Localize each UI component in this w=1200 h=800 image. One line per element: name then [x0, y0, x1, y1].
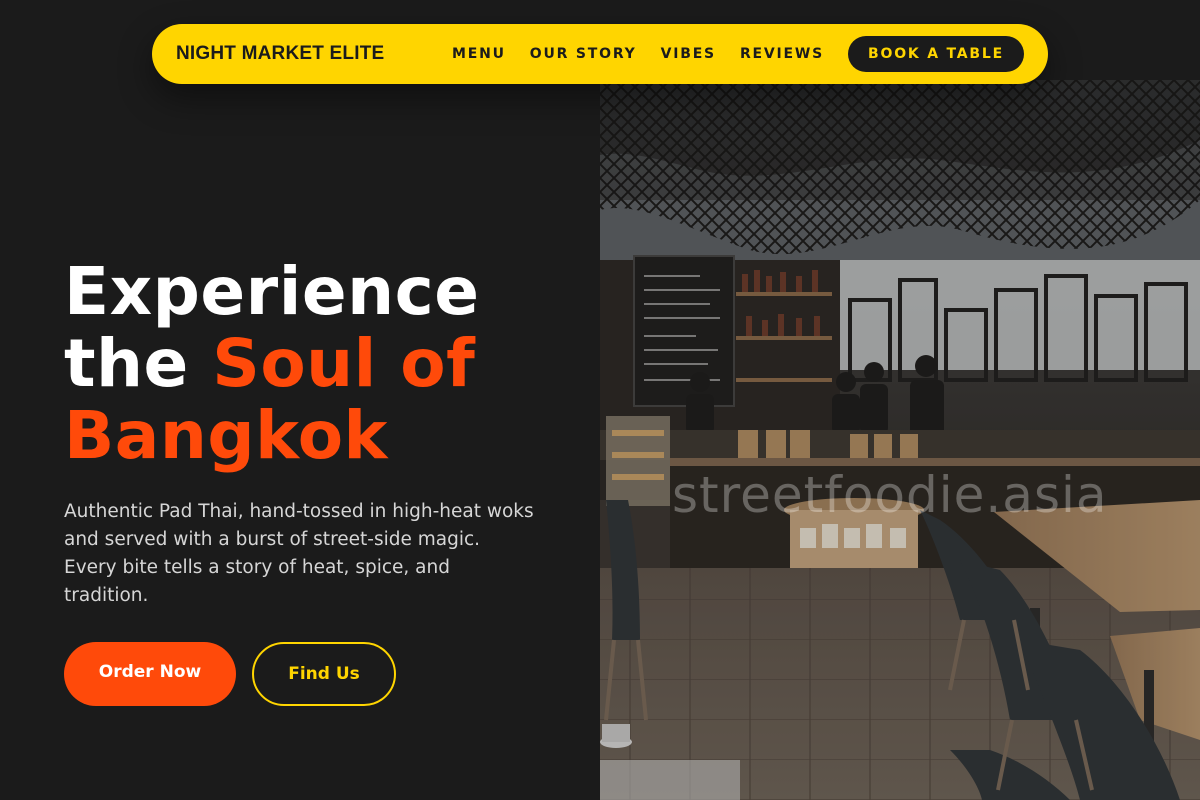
hero-buttons: Order Now Find Us	[64, 642, 564, 706]
nav-link-menu[interactable]: MENU	[452, 46, 506, 62]
headline-line-2-plain: the	[64, 325, 213, 402]
headline-line-3-accent: Bangkok	[64, 397, 388, 474]
headline-line-1: Experience	[64, 253, 480, 330]
hero-section: Experience the Soul of Bangkok Authentic…	[64, 256, 564, 706]
brand-logo[interactable]: NIGHT MARKET ELITE	[176, 43, 384, 65]
book-table-button[interactable]: BOOK A TABLE	[848, 36, 1024, 72]
order-now-button[interactable]: Order Now	[64, 642, 236, 706]
nav-link-vibes[interactable]: VIBES	[661, 46, 716, 62]
hero-description: Authentic Pad Thai, hand-tossed in high-…	[64, 501, 534, 606]
headline-line-2-accent: Soul of	[212, 325, 476, 402]
hero-image: streetfoodie.asia	[600, 80, 1200, 800]
hero-headline: Experience the Soul of Bangkok	[64, 256, 564, 472]
nav-link-our-story[interactable]: OUR STORY	[530, 46, 637, 62]
restaurant-interior-illustration	[600, 80, 1200, 800]
nav-link-reviews[interactable]: REVIEWS	[740, 46, 824, 62]
find-us-button[interactable]: Find Us	[252, 642, 396, 706]
top-nav: NIGHT MARKET ELITE MENU OUR STORY VIBES …	[152, 24, 1048, 84]
image-watermark: streetfoodie.asia	[672, 466, 1108, 524]
nav-links: MENU OUR STORY VIBES REVIEWS	[452, 46, 824, 62]
